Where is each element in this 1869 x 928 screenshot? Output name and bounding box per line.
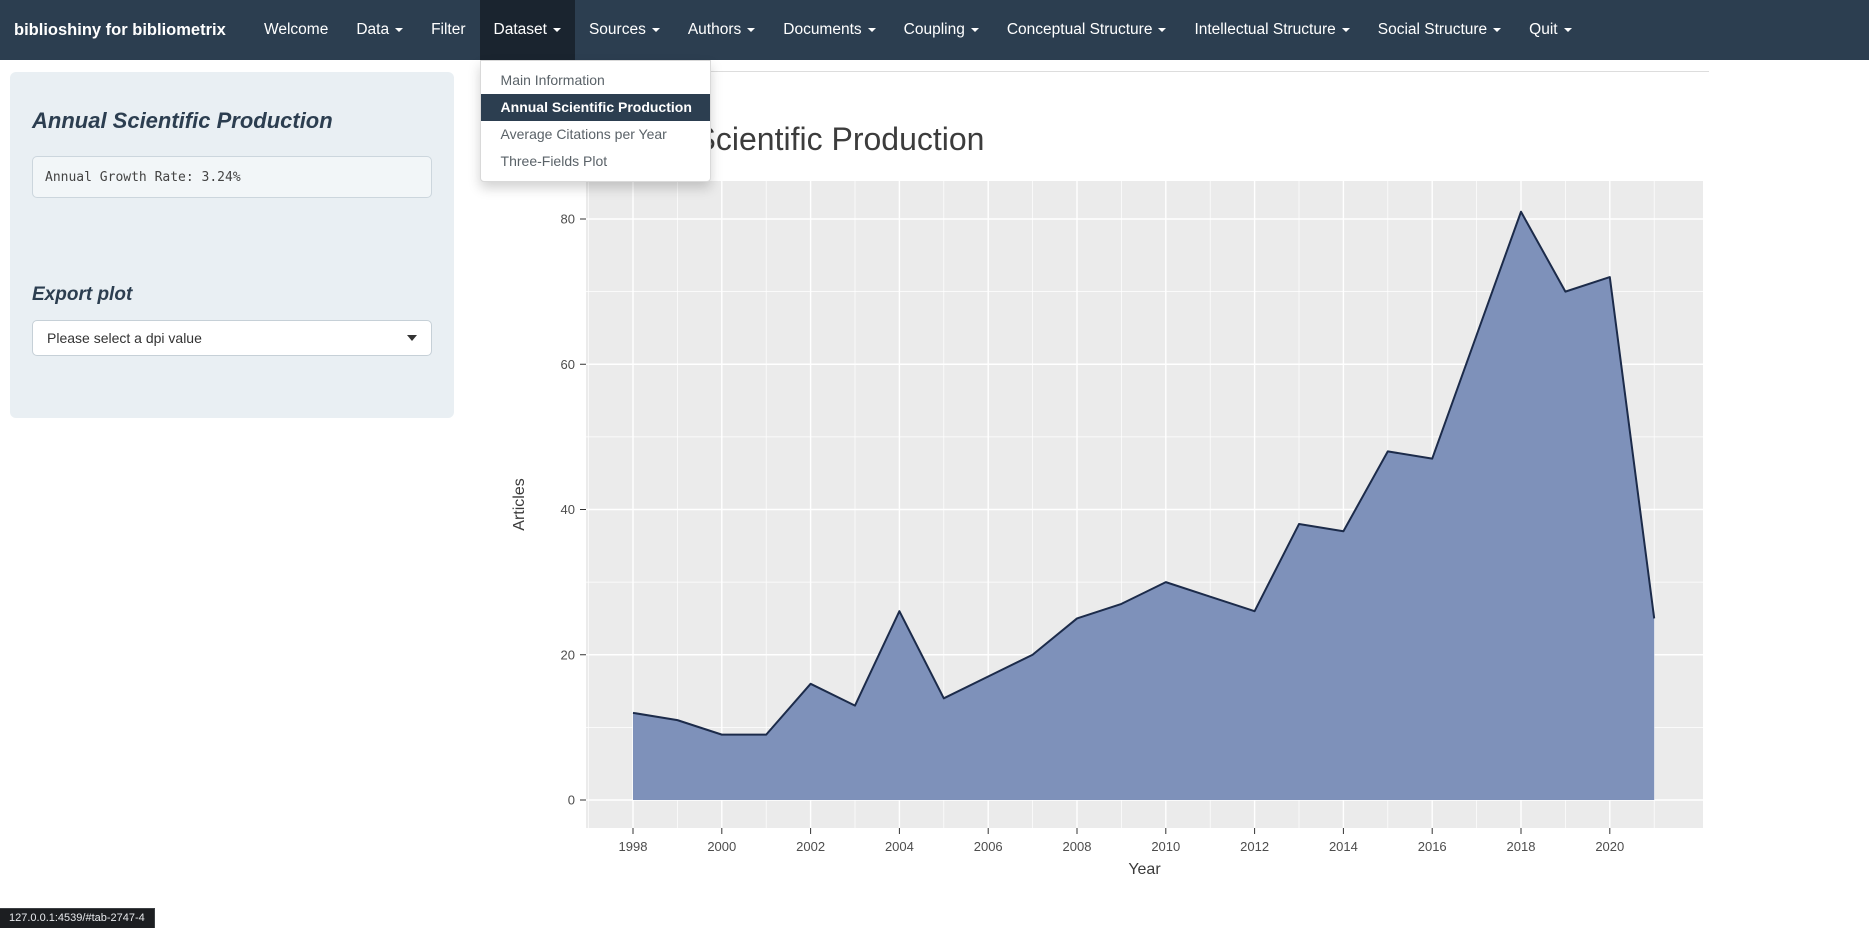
nav-item-social-structure[interactable]: Social Structure <box>1364 0 1515 60</box>
nav-item-sources[interactable]: Sources <box>575 0 674 60</box>
svg-text:2002: 2002 <box>796 839 825 854</box>
svg-text:2012: 2012 <box>1240 839 1269 854</box>
nav-item-welcome[interactable]: Welcome <box>250 0 342 60</box>
nav-item-data[interactable]: Data <box>342 0 417 60</box>
navbar-menu: Welcome Data Filter Dataset Main Information… <box>250 0 1586 182</box>
nav-item-label: Coupling <box>903 21 965 38</box>
dataset-dropdown-menu: Main Information Annual Scientific Produc… <box>479 60 711 182</box>
svg-text:2016: 2016 <box>1418 839 1447 854</box>
caret-down-icon <box>1158 28 1167 32</box>
annual-growth-rate-output: Annual Growth Rate: 3.24% <box>32 156 432 198</box>
nav-item-documents[interactable]: Documents <box>769 0 889 60</box>
chevron-down-icon <box>407 335 417 341</box>
navbar: biblioshiny for bibliometrix Welcome Data… <box>0 0 1869 182</box>
svg-text:Articles: Articles <box>511 478 528 530</box>
app-brand[interactable]: biblioshiny for bibliometrix <box>0 0 250 60</box>
svg-text:20: 20 <box>561 647 575 662</box>
svg-text:0: 0 <box>568 793 575 808</box>
dropdown-item-main-information[interactable]: Main Information <box>481 67 710 94</box>
svg-text:2020: 2020 <box>1595 839 1624 854</box>
svg-text:60: 60 <box>561 357 575 372</box>
nav-item-label: Documents <box>783 21 862 38</box>
caret-down-icon <box>1493 28 1502 32</box>
nav-item-label: Social Structure <box>1377 21 1488 38</box>
svg-text:2006: 2006 <box>974 839 1003 854</box>
svg-text:2004: 2004 <box>885 839 914 854</box>
svg-text:2000: 2000 <box>707 839 736 854</box>
nav-item-label: Sources <box>588 21 646 38</box>
svg-text:2008: 2008 <box>1063 839 1092 854</box>
dropdown-item-annual-scientific-production[interactable]: Annual Scientific Production <box>480 94 710 121</box>
caret-down-icon <box>395 28 404 32</box>
svg-text:1998: 1998 <box>619 839 648 854</box>
nav-item-label: Quit <box>1529 21 1558 38</box>
svg-text:2018: 2018 <box>1507 839 1536 854</box>
caret-down-icon <box>970 28 979 32</box>
nav-item-conceptual-structure[interactable]: Conceptual Structure <box>993 0 1181 60</box>
nav-item-label: Filter <box>431 21 466 38</box>
svg-text:40: 40 <box>561 502 575 517</box>
nav-item-label: Conceptual Structure <box>1006 21 1153 38</box>
nav-item-label: Intellectual Structure <box>1194 21 1336 38</box>
nav-item-quit[interactable]: Quit <box>1515 0 1585 60</box>
annual-production-area-chart: 1998 2000 2002 2004 2006 2008 2010 2012 2014 2016… <box>511 181 1703 878</box>
caret-down-icon <box>747 28 756 32</box>
nav-item-label: Welcome <box>264 21 329 38</box>
caret-down-icon <box>1563 28 1572 32</box>
sidebar-panel: Annual Scientific Production Annual Grow… <box>10 72 454 418</box>
dropdown-item-average-citations-per-year[interactable]: Average Citations per Year <box>481 121 710 148</box>
nav-item-authors[interactable]: Authors <box>674 0 769 60</box>
caret-down-icon <box>867 28 876 32</box>
dropdown-item-three-fields-plot[interactable]: Three-Fields Plot <box>481 148 710 175</box>
svg-text:2010: 2010 <box>1151 839 1180 854</box>
nav-item-dataset[interactable]: Dataset Main Information Annual Scientific… <box>479 0 711 182</box>
caret-down-icon <box>651 28 660 32</box>
nav-item-filter[interactable]: Filter <box>417 0 479 60</box>
dpi-select-value: Please select a dpi value <box>47 330 202 346</box>
svg-text:2014: 2014 <box>1329 839 1358 854</box>
nav-item-label: Data <box>356 21 390 38</box>
dpi-select[interactable]: Please select a dpi value <box>32 320 432 356</box>
nav-item-label: Authors <box>687 21 742 38</box>
svg-text:80: 80 <box>561 212 575 227</box>
nav-item-intellectual-structure[interactable]: Intellectual Structure <box>1180 0 1363 60</box>
nav-item-label: Dataset <box>493 21 547 38</box>
caret-down-icon <box>552 28 561 32</box>
browser-status-url: 127.0.0.1:4539/#tab-2747-4 <box>0 908 155 928</box>
caret-down-icon <box>1341 28 1350 32</box>
export-plot-label: Export plot <box>32 284 133 305</box>
sidebar-title: Annual Scientific Production <box>32 108 333 133</box>
svg-text:Year: Year <box>1128 861 1161 878</box>
nav-item-coupling[interactable]: Coupling <box>890 0 993 60</box>
